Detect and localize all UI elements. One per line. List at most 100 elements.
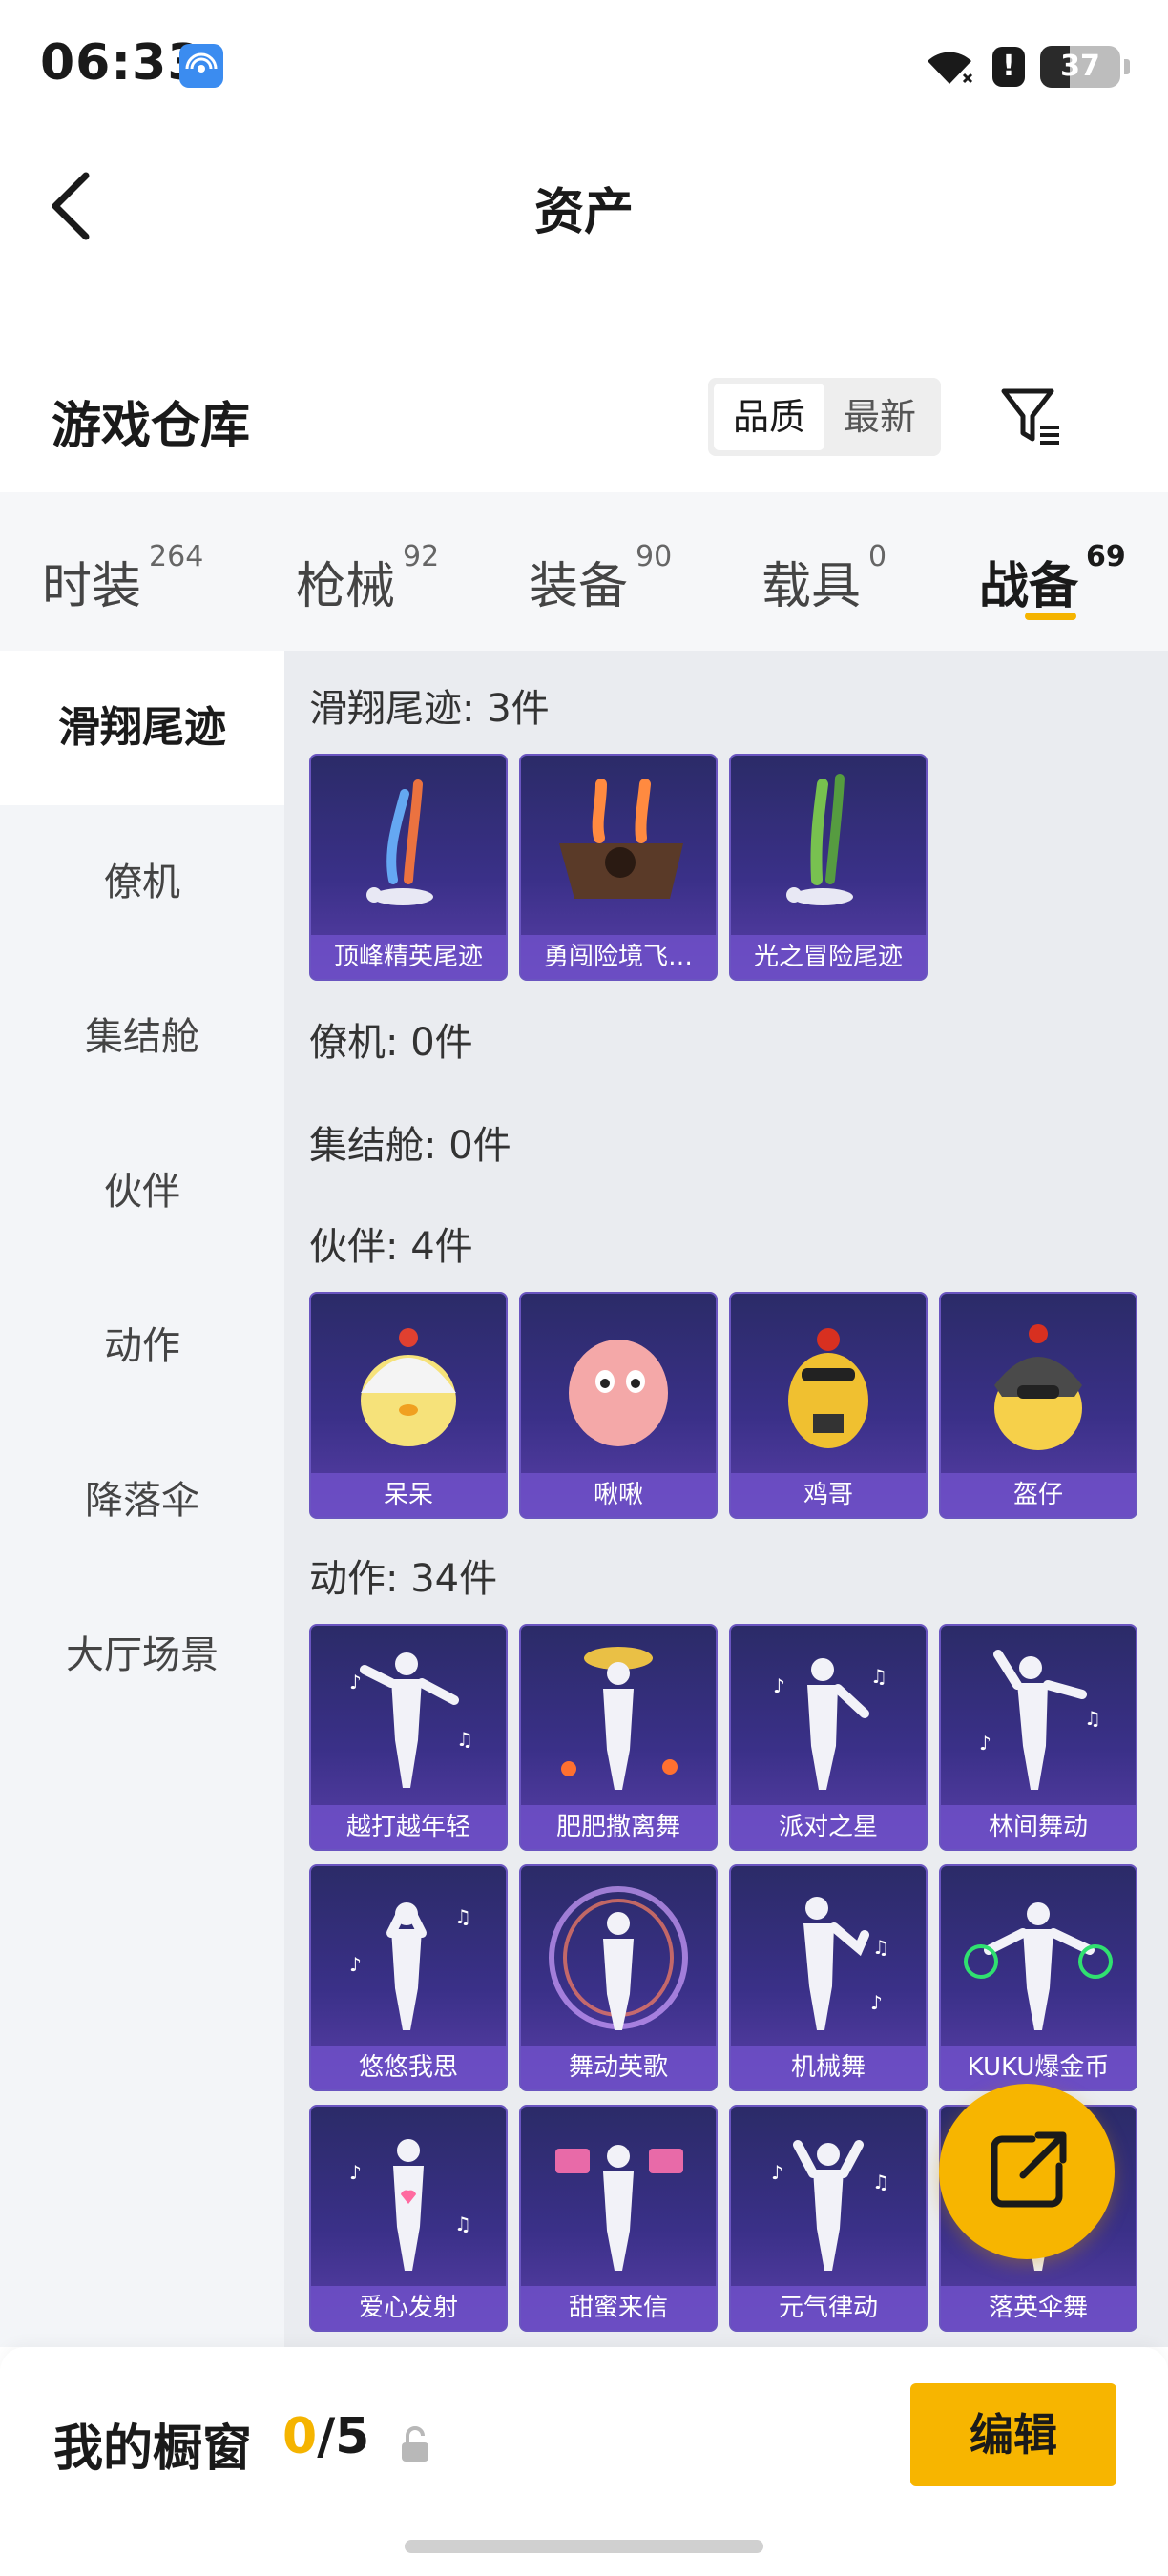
edit-button[interactable]: 编辑 [910,2383,1116,2486]
item-label: 元气律动 [731,2286,926,2330]
emote-art: ♪♫ [349,1902,471,2030]
item-card[interactable]: 顶峰精英尾迹 [309,754,508,981]
svg-text:♫: ♫ [454,1905,471,1928]
glide-trail-art [786,774,853,905]
companion-art [361,1328,456,1446]
companion-art [569,1340,668,1446]
companion-art [994,1324,1082,1450]
svg-text:♪: ♪ [349,1953,362,1976]
battery-cap [1124,59,1130,74]
emote-art: ♪♫ [349,2139,471,2271]
svg-text:♪: ♪ [870,1991,883,2014]
filter-icon [1001,388,1059,445]
sort-quality-option[interactable]: 品质 [714,384,824,450]
item-card[interactable]: 盔仔 [939,1292,1137,1519]
battery-level: 37 [1060,50,1100,83]
item-card[interactable]: KUKU爆金币 [939,1864,1137,2091]
sidebar-item-parachute[interactable]: 降落伞 [0,1423,284,1578]
sidebar-item-assembly-pod[interactable]: 集结舱 [0,960,284,1114]
sidebar-item-glide-trail[interactable]: 滑翔尾迹 [0,651,284,805]
tab-count: 69 [1086,540,1126,573]
item-label: 鸡哥 [731,1473,926,1517]
item-label: 顶峰精英尾迹 [311,935,506,979]
home-indicator[interactable] [405,2540,763,2553]
status-icons: ! 37 [922,42,1130,92]
wifi-icon [928,52,973,84]
showcase-count-total: /5 [317,2408,370,2465]
sidebar-item-companion[interactable]: 伙伴 [0,1114,284,1269]
emote-art: ♪♫ [349,1652,473,1788]
item-card[interactable]: 鸡哥 [729,1292,928,1519]
item-card[interactable]: 光之冒险尾迹 [729,754,928,981]
svg-text:♫: ♫ [1084,1707,1101,1730]
item-label: 勇闯险境飞… [521,935,716,979]
item-label: 肥肥撒离舞 [521,1805,716,1849]
emote-art: ♫♪ [803,1897,889,2030]
emote-art [561,1647,678,1790]
tab-count: 264 [149,540,204,573]
svg-text:♪: ♪ [349,1671,362,1693]
item-label: 啾啾 [521,1473,716,1517]
item-label: 机械舞 [731,2046,926,2089]
item-label: 悠悠我思 [311,2046,506,2089]
item-label: 舞动英歌 [521,2046,716,2089]
item-card[interactable]: 呆呆 [309,1292,508,1519]
item-card[interactable]: 勇闯险境飞… [519,754,718,981]
svg-text:♫: ♫ [456,1728,473,1751]
glide-trail-art [366,779,433,905]
tab-label: 载具 [761,558,862,615]
warehouse-title: 游戏仓库 [52,398,251,455]
showcase-count: 0/5 [282,2408,369,2465]
item-card[interactable]: 肥肥撒离舞 [519,1624,718,1851]
tab-count: 92 [403,540,440,573]
item-card[interactable]: ♫ ♪ 机械舞 [729,1864,928,2091]
item-card[interactable]: ♪ ♫ 越打越年轻 [309,1624,508,1851]
active-tab-indicator [1025,613,1076,620]
sidebar-item-emote[interactable]: 动作 [0,1269,284,1423]
item-label: 盔仔 [941,1473,1136,1517]
emote-art [549,1886,688,2030]
sidebar-item-wingman[interactable]: 僚机 [0,805,284,960]
svg-text:♪: ♪ [773,1674,785,1697]
showcase-label: 我的橱窗 [53,2420,253,2478]
item-card[interactable]: ♪ ♫ 元气律动 [729,2105,928,2332]
filter-button[interactable] [998,384,1065,450]
svg-text:♫: ♫ [872,2171,889,2193]
item-card[interactable]: ♪ ♫ 悠悠我思 [309,1864,508,2091]
showcase-bar: 我的橱窗 0/5 编辑 [0,2347,1168,2576]
item-label: 光之冒险尾迹 [731,935,926,979]
companion-art [788,1328,868,1448]
tab-count: 90 [636,540,673,573]
status-time: 06:33 [40,34,203,92]
item-card[interactable]: ♪ ♫ 林间舞动 [939,1624,1137,1851]
group-title-emote: 动作: 34件 [309,1557,498,1601]
item-card[interactable]: ♪ ♫ 爱心发射 [309,2105,508,2332]
lock-icon [402,2426,428,2462]
group-title-companion: 伙伴: 4件 [309,1225,473,1269]
svg-text:♪: ♪ [771,2161,783,2184]
tab-equipment[interactable]: 装备90 [529,540,672,617]
item-card[interactable]: 甜蜜来信 [519,2105,718,2332]
svg-text:♫: ♫ [872,1936,889,1959]
item-label: 派对之星 [731,1805,926,1849]
tab-combat-gear[interactable]: 战备69 [979,540,1126,617]
tab-firearms[interactable]: 枪械92 [296,540,439,617]
item-card[interactable]: 舞动英歌 [519,1864,718,2091]
item-label: 甜蜜来信 [521,2286,716,2330]
share-button[interactable] [939,2084,1115,2259]
item-card[interactable]: 啾啾 [519,1292,718,1519]
emote-art [964,1902,1113,2030]
group-title-assembly-pod: 集结舱: 0件 [309,1124,511,1168]
emote-art: ♪♫ [979,1650,1101,1790]
sidebar-item-lobby-scene[interactable]: 大厅场景 [0,1578,284,1733]
sort-newest-option[interactable]: 最新 [824,384,935,450]
svg-text:♫: ♫ [870,1665,887,1688]
tab-label: 战备 [979,558,1079,615]
group-title-glide-trail: 滑翔尾迹: 3件 [309,687,550,731]
emote-art [555,2145,683,2271]
tab-vehicles[interactable]: 载具0 [761,540,886,617]
item-label: 爱心发射 [311,2286,506,2330]
sort-toggle: 品质 最新 [708,378,941,456]
tab-fashion[interactable]: 时装264 [42,540,203,617]
item-card[interactable]: ♪ ♫ 派对之星 [729,1624,928,1851]
